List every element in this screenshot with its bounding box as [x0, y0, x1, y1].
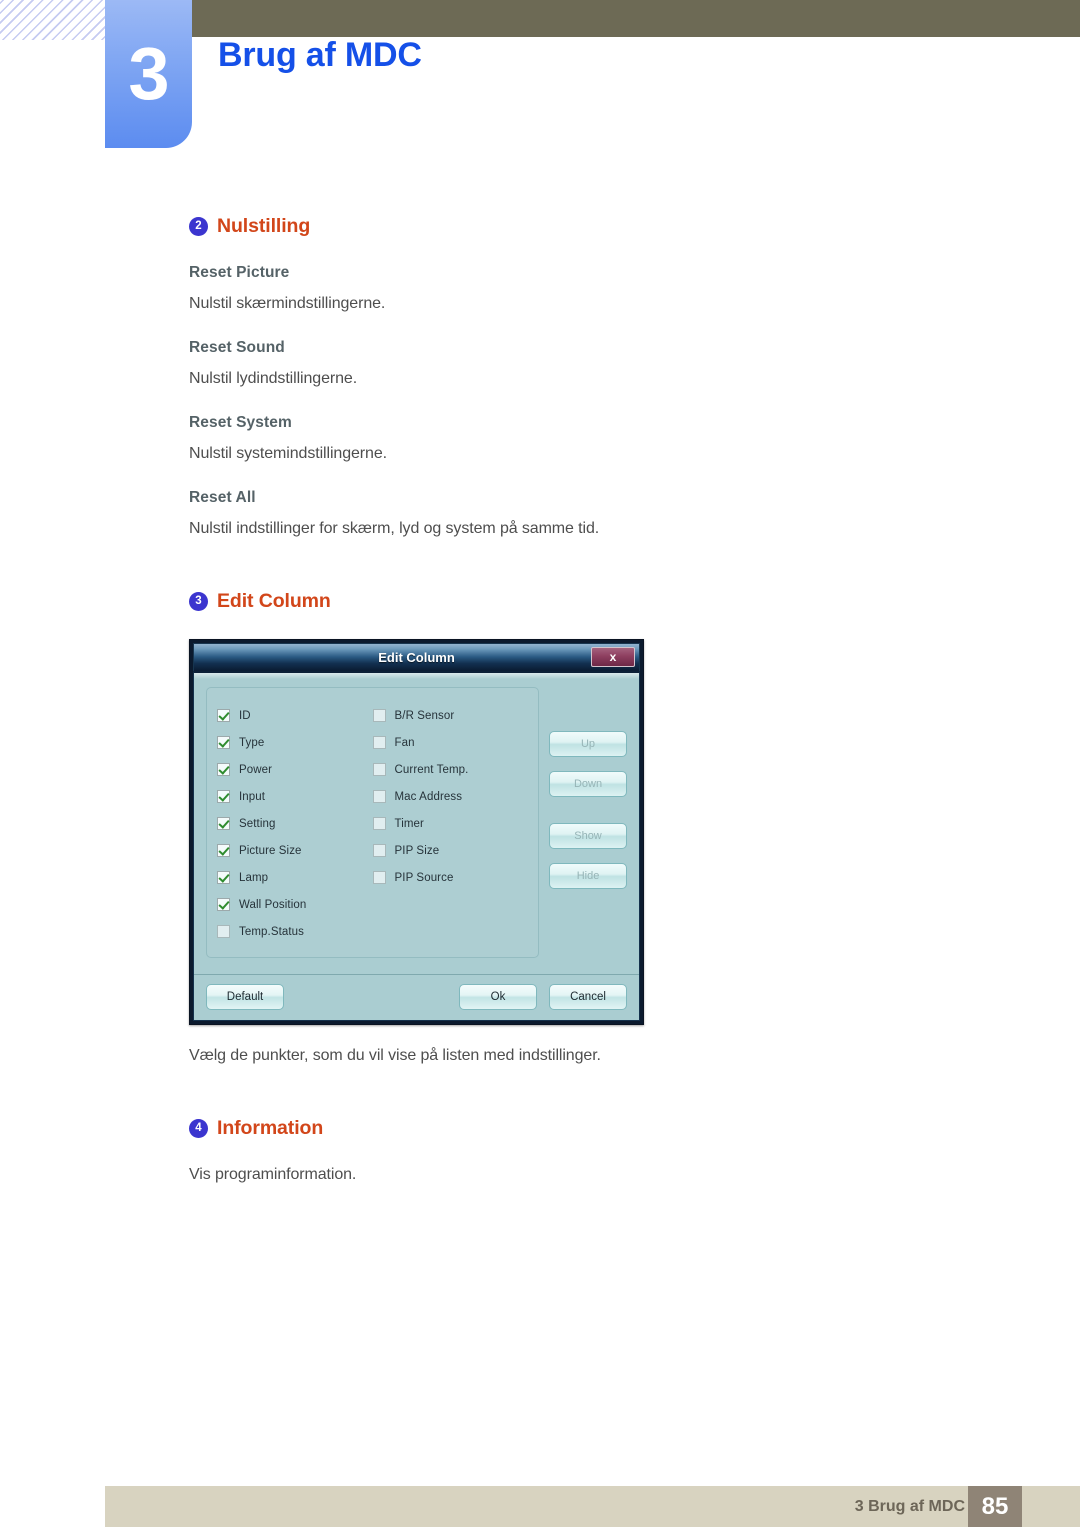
- page-content: 2 Nulstilling Reset Picture Nulstil skær…: [189, 215, 909, 1184]
- checkbox-power[interactable]: [217, 763, 230, 776]
- checkbox-label: Mac Address: [394, 790, 463, 803]
- section-badge: 2: [189, 217, 208, 236]
- checkbox-row[interactable]: Picture Size: [217, 837, 373, 864]
- checkbox-picture-size[interactable]: [217, 844, 230, 857]
- body-text-information: Vis programinformation.: [189, 1166, 357, 1183]
- subheading-reset-all: Reset All: [189, 489, 256, 506]
- checkbox-row[interactable]: Lamp: [217, 864, 373, 891]
- checkbox-row[interactable]: Fan: [372, 729, 529, 756]
- page-footer: 3 Brug af MDC 85: [105, 1486, 1080, 1527]
- checkbox-row[interactable]: Setting: [217, 810, 373, 837]
- checkbox-row[interactable]: PIP Source: [372, 864, 529, 891]
- subheading-reset-picture: Reset Picture: [189, 264, 290, 281]
- checkbox-lamp[interactable]: [217, 871, 230, 884]
- dialog-side-buttons: Up Down Show Hide: [549, 687, 627, 903]
- checkbox-label: Input: [239, 790, 266, 803]
- checkbox-label: Lamp: [239, 871, 269, 884]
- checkbox-label: Timer: [394, 817, 424, 830]
- checkbox-input[interactable]: [217, 790, 230, 803]
- default-button[interactable]: Default: [206, 984, 284, 1010]
- dialog-titlebar: Edit Column x: [193, 643, 640, 671]
- checkbox-pip-size[interactable]: [372, 844, 386, 857]
- checkbox-temp-status[interactable]: [217, 925, 230, 938]
- down-button[interactable]: Down: [549, 771, 627, 797]
- section-heading-edit-column: 3 Edit Column: [189, 590, 909, 613]
- checkbox-id[interactable]: [217, 709, 230, 722]
- dialog-title: Edit Column: [378, 650, 455, 665]
- checkbox-timer[interactable]: [372, 817, 386, 830]
- cancel-button[interactable]: Cancel: [549, 984, 627, 1010]
- footer-chapter-label: 3 Brug af MDC: [854, 1498, 965, 1515]
- page-title: Brug af MDC: [218, 36, 422, 74]
- checkbox-column-right: B/R Sensor Fan Current Temp. Mac Address…: [372, 702, 529, 945]
- checkbox-row[interactable]: Power: [217, 756, 373, 783]
- checkbox-label: PIP Size: [394, 844, 440, 857]
- checkbox-label: Type: [239, 736, 265, 749]
- subheading-reset-sound: Reset Sound: [189, 339, 285, 356]
- checkbox-row[interactable]: Wall Position: [217, 891, 373, 918]
- checkbox-label: Fan: [394, 736, 415, 749]
- page-number: 85: [968, 1486, 1022, 1527]
- checkbox-row[interactable]: Temp.Status: [217, 918, 373, 945]
- header-olive-bar: [192, 0, 1080, 37]
- section-title: Information: [217, 1117, 324, 1139]
- section-heading-information: 4 Information: [189, 1117, 909, 1140]
- up-button[interactable]: Up: [549, 731, 627, 757]
- body-text-reset-picture: Nulstil skærmindstillingerne.: [189, 295, 386, 312]
- checkbox-pip-source[interactable]: [372, 871, 386, 884]
- section-heading-nulstilling: 2 Nulstilling: [189, 215, 909, 238]
- body-text-reset-sound: Nulstil lydindstillingerne.: [189, 370, 358, 387]
- close-icon[interactable]: x: [591, 647, 635, 667]
- subheading-reset-system: Reset System: [189, 414, 292, 431]
- checkbox-label: ID: [239, 709, 251, 722]
- checkbox-wall-position[interactable]: [217, 898, 230, 911]
- section-badge: 4: [189, 1119, 208, 1138]
- checkbox-column-left: ID Type Power Input Setting Picture Size…: [217, 702, 373, 945]
- checkbox-row[interactable]: PIP Size: [372, 837, 529, 864]
- checkbox-label: Current Temp.: [394, 763, 469, 776]
- body-text-reset-all: Nulstil indstillinger for skærm, lyd og …: [189, 520, 600, 537]
- ok-button[interactable]: Ok: [459, 984, 537, 1010]
- section-badge: 3: [189, 592, 208, 611]
- checkbox-setting[interactable]: [217, 817, 230, 830]
- checkbox-row[interactable]: Type: [217, 729, 373, 756]
- edit-column-dialog-figure: Edit Column x ID Type Power Input Settin…: [189, 639, 909, 1025]
- checkbox-row[interactable]: Mac Address: [372, 783, 529, 810]
- checkbox-row[interactable]: B/R Sensor: [372, 702, 529, 729]
- checkbox-row[interactable]: Current Temp.: [372, 756, 529, 783]
- dialog-footer: Default Ok Cancel: [194, 974, 639, 1020]
- body-text-reset-system: Nulstil systemindstillingerne.: [189, 445, 387, 462]
- checkbox-row[interactable]: Timer: [372, 810, 529, 837]
- checkbox-type[interactable]: [217, 736, 230, 749]
- checkbox-current-temp[interactable]: [372, 763, 386, 776]
- edit-column-dialog: Edit Column x ID Type Power Input Settin…: [189, 639, 644, 1025]
- checkbox-label: Wall Position: [239, 898, 307, 911]
- checkbox-fan[interactable]: [372, 736, 386, 749]
- chapter-number: 3: [128, 32, 169, 115]
- hide-button[interactable]: Hide: [549, 863, 627, 889]
- checkbox-row[interactable]: Input: [217, 783, 373, 810]
- checkbox-row[interactable]: ID: [217, 702, 373, 729]
- checkbox-br-sensor[interactable]: [372, 709, 386, 722]
- section-title: Nulstilling: [217, 215, 311, 237]
- body-text-edit-column: Vælg de punkter, som du vil vise på list…: [189, 1047, 601, 1064]
- checkbox-label: Setting: [239, 817, 276, 830]
- show-button[interactable]: Show: [549, 823, 627, 849]
- section-title: Edit Column: [217, 590, 331, 612]
- column-checkbox-group: ID Type Power Input Setting Picture Size…: [206, 687, 539, 958]
- checkbox-label: Temp.Status: [239, 925, 305, 938]
- checkbox-label: Picture Size: [239, 844, 302, 857]
- dialog-body: ID Type Power Input Setting Picture Size…: [193, 671, 640, 1021]
- checkbox-label: PIP Source: [394, 871, 454, 884]
- checkbox-label: Power: [239, 763, 273, 776]
- checkbox-mac-address[interactable]: [372, 790, 386, 803]
- checkbox-label: B/R Sensor: [394, 709, 455, 722]
